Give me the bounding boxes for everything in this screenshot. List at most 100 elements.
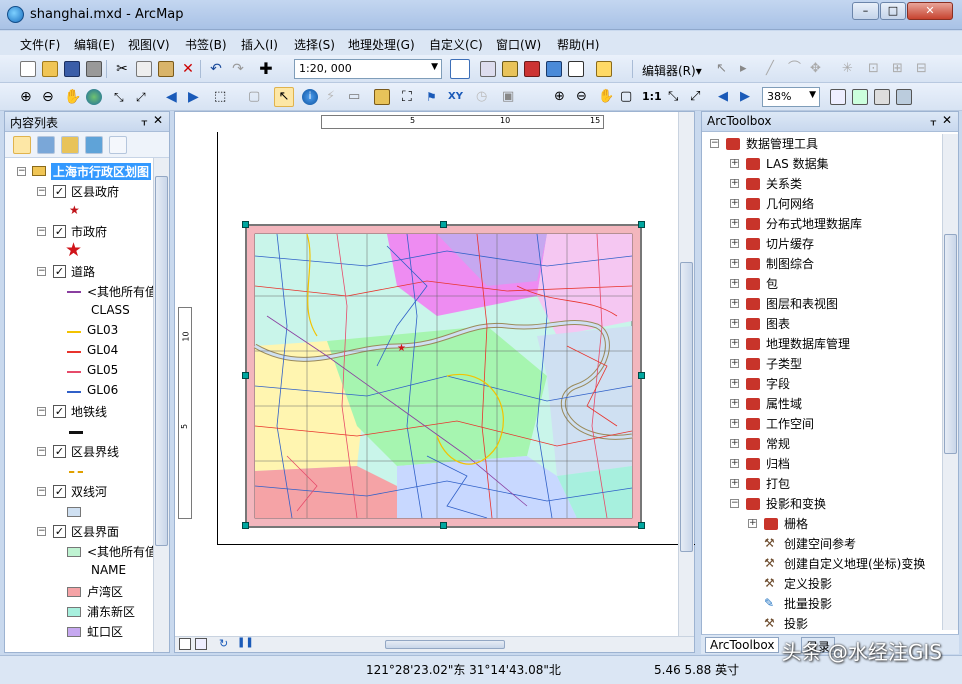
tool-row[interactable]: ✎ 批量投影 (702, 594, 938, 614)
toc-layer-row[interactable]: − ✓ 区县政府 (5, 182, 155, 202)
expand-icon[interactable]: + (730, 259, 739, 268)
fixed-zoom-in-layout-icon[interactable]: ⤡ (668, 89, 684, 105)
horizontal-scrollbar-thumb[interactable] (385, 640, 505, 649)
menu-selection[interactable]: 选择(S) (294, 36, 335, 53)
undo-icon[interactable]: ↶ (208, 61, 224, 77)
toc-layer-row[interactable]: − ✓ 区县界面 (5, 522, 155, 542)
expand-icon[interactable]: + (730, 319, 739, 328)
expand-icon[interactable]: + (730, 419, 739, 428)
search-window-icon[interactable] (596, 61, 612, 77)
python-window-icon[interactable] (546, 61, 562, 77)
collapse-icon[interactable]: − (37, 267, 46, 276)
menu-geoprocessing[interactable]: 地理处理(G) (348, 36, 415, 53)
selection-handle[interactable] (242, 372, 249, 379)
toolset-name[interactable]: 分布式地理数据库 (766, 215, 862, 232)
menu-edit[interactable]: 编辑(E) (74, 36, 115, 53)
collapse-icon[interactable]: − (37, 187, 46, 196)
edit-tool-icon[interactable]: ↖ (716, 61, 732, 77)
toolset-name[interactable]: 几何网络 (766, 195, 814, 212)
expand-icon[interactable]: + (730, 379, 739, 388)
selection-handle[interactable] (440, 221, 447, 228)
maximize-button[interactable]: □ (880, 2, 906, 20)
layer-name[interactable]: 双线河 (71, 483, 107, 500)
data-view-icon[interactable] (179, 638, 191, 650)
toolset-name[interactable]: 包 (766, 275, 778, 292)
expand-icon[interactable]: + (730, 159, 739, 168)
expand-icon[interactable]: + (730, 179, 739, 188)
layer-visibility-checkbox[interactable]: ✓ (53, 405, 66, 418)
toc-layer-row[interactable]: − ✓ 道路 (5, 262, 155, 282)
copy-icon[interactable] (136, 61, 152, 77)
scrollbar-thumb[interactable] (155, 176, 168, 546)
new-document-icon[interactable] (20, 61, 36, 77)
menu-file[interactable]: 文件(F) (20, 36, 60, 53)
layer-name[interactable]: 地铁线 (71, 403, 107, 420)
pin-icon[interactable]: ᚁ (142, 114, 147, 127)
expand-icon[interactable]: + (730, 199, 739, 208)
close-icon[interactable]: ✕ (153, 113, 163, 127)
collapse-icon[interactable]: − (730, 499, 739, 508)
minimize-button[interactable]: – (852, 2, 879, 20)
layer-visibility-checkbox[interactable]: ✓ (53, 525, 66, 538)
toolset-row[interactable]: + 图表 (702, 314, 938, 334)
zoom-whole-page-icon[interactable]: ▢ (620, 89, 636, 105)
data-frame-name[interactable]: 上海市行政区划图 (51, 163, 152, 180)
tool-name[interactable]: 创建自定义地理(坐标)变换 (784, 555, 925, 572)
layout-zoom-combo[interactable]: 38% ▼ (762, 87, 820, 107)
toolset-name[interactable]: 归档 (766, 455, 790, 472)
back-extent-icon[interactable]: ◀ (166, 89, 182, 105)
toolset-name[interactable]: 关系类 (766, 175, 802, 192)
collapse-icon[interactable]: − (17, 167, 26, 176)
layer-name[interactable]: 区县政府 (71, 183, 119, 200)
list-by-selection-icon[interactable] (85, 136, 103, 154)
expand-icon[interactable]: + (730, 399, 739, 408)
end-point-arc-icon[interactable]: ⌒ (788, 61, 804, 77)
expand-icon[interactable]: + (748, 519, 757, 528)
toolset-name[interactable]: 切片缓存 (766, 235, 814, 252)
catalog-icon[interactable] (502, 61, 518, 77)
attributes-icon[interactable]: ⊞ (892, 61, 908, 77)
toolset-row[interactable]: + 几何网络 (702, 194, 938, 214)
layout-pan-icon[interactable]: ✋ (598, 89, 614, 105)
html-popup-icon[interactable]: ▭ (348, 89, 364, 105)
go-to-xy-icon[interactable]: XY (448, 89, 464, 105)
toolset-row[interactable]: + 包 (702, 274, 938, 294)
straight-segment-icon[interactable]: ╱ (766, 61, 782, 77)
collapse-icon[interactable]: − (710, 139, 719, 148)
toolset-name[interactable]: 子类型 (766, 355, 802, 372)
toolset-row[interactable]: + 字段 (702, 374, 938, 394)
redo-icon[interactable]: ↷ (230, 61, 246, 77)
toolset-row[interactable]: − 投影和变换 (702, 494, 938, 514)
toolset-row[interactable]: + 图层和表视图 (702, 294, 938, 314)
map-scale-combo[interactable]: 1:20, 000 ▼ (294, 59, 442, 79)
menu-windows[interactable]: 窗口(W) (496, 36, 541, 53)
toc-layer-row[interactable]: − ✓ 区县界线 (5, 442, 155, 462)
layout-view-icon[interactable] (195, 638, 207, 650)
expand-icon[interactable]: + (730, 299, 739, 308)
add-data-icon[interactable]: ✚ (258, 61, 274, 77)
pin-icon[interactable]: ᚁ (931, 114, 936, 127)
sketch-properties-icon[interactable]: ⊟ (916, 61, 932, 77)
toolset-row[interactable]: + 打包 (702, 474, 938, 494)
toolset-name[interactable]: 图层和表视图 (766, 295, 838, 312)
toolset-row[interactable]: + 地理数据库管理 (702, 334, 938, 354)
expand-icon[interactable]: + (730, 239, 739, 248)
tool-name[interactable]: 投影 (784, 615, 808, 632)
collapse-icon[interactable]: − (37, 227, 46, 236)
list-by-visibility-icon[interactable] (61, 136, 79, 154)
identify-icon[interactable]: i (302, 89, 318, 105)
hyperlink-icon[interactable]: ⚡ (326, 89, 342, 105)
tool-name[interactable]: 批量投影 (784, 595, 832, 612)
rotate-tool-icon[interactable]: ⊡ (868, 61, 884, 77)
paste-icon[interactable] (158, 61, 174, 77)
arctoolbox-icon[interactable] (524, 61, 540, 77)
select-features-icon[interactable]: ⬚ (214, 89, 230, 105)
toolset-name[interactable]: 属性域 (766, 395, 802, 412)
expand-icon[interactable]: + (730, 279, 739, 288)
toc-scrollbar[interactable] (153, 158, 169, 652)
select-elements-icon[interactable]: ↖ (274, 87, 294, 107)
toolset-name[interactable]: 打包 (766, 475, 790, 492)
toolbox-root-row[interactable]: − 数据管理工具 (702, 134, 938, 154)
toolset-row[interactable]: + LAS 数据集 (702, 154, 938, 174)
layer-visibility-checkbox[interactable]: ✓ (53, 445, 66, 458)
